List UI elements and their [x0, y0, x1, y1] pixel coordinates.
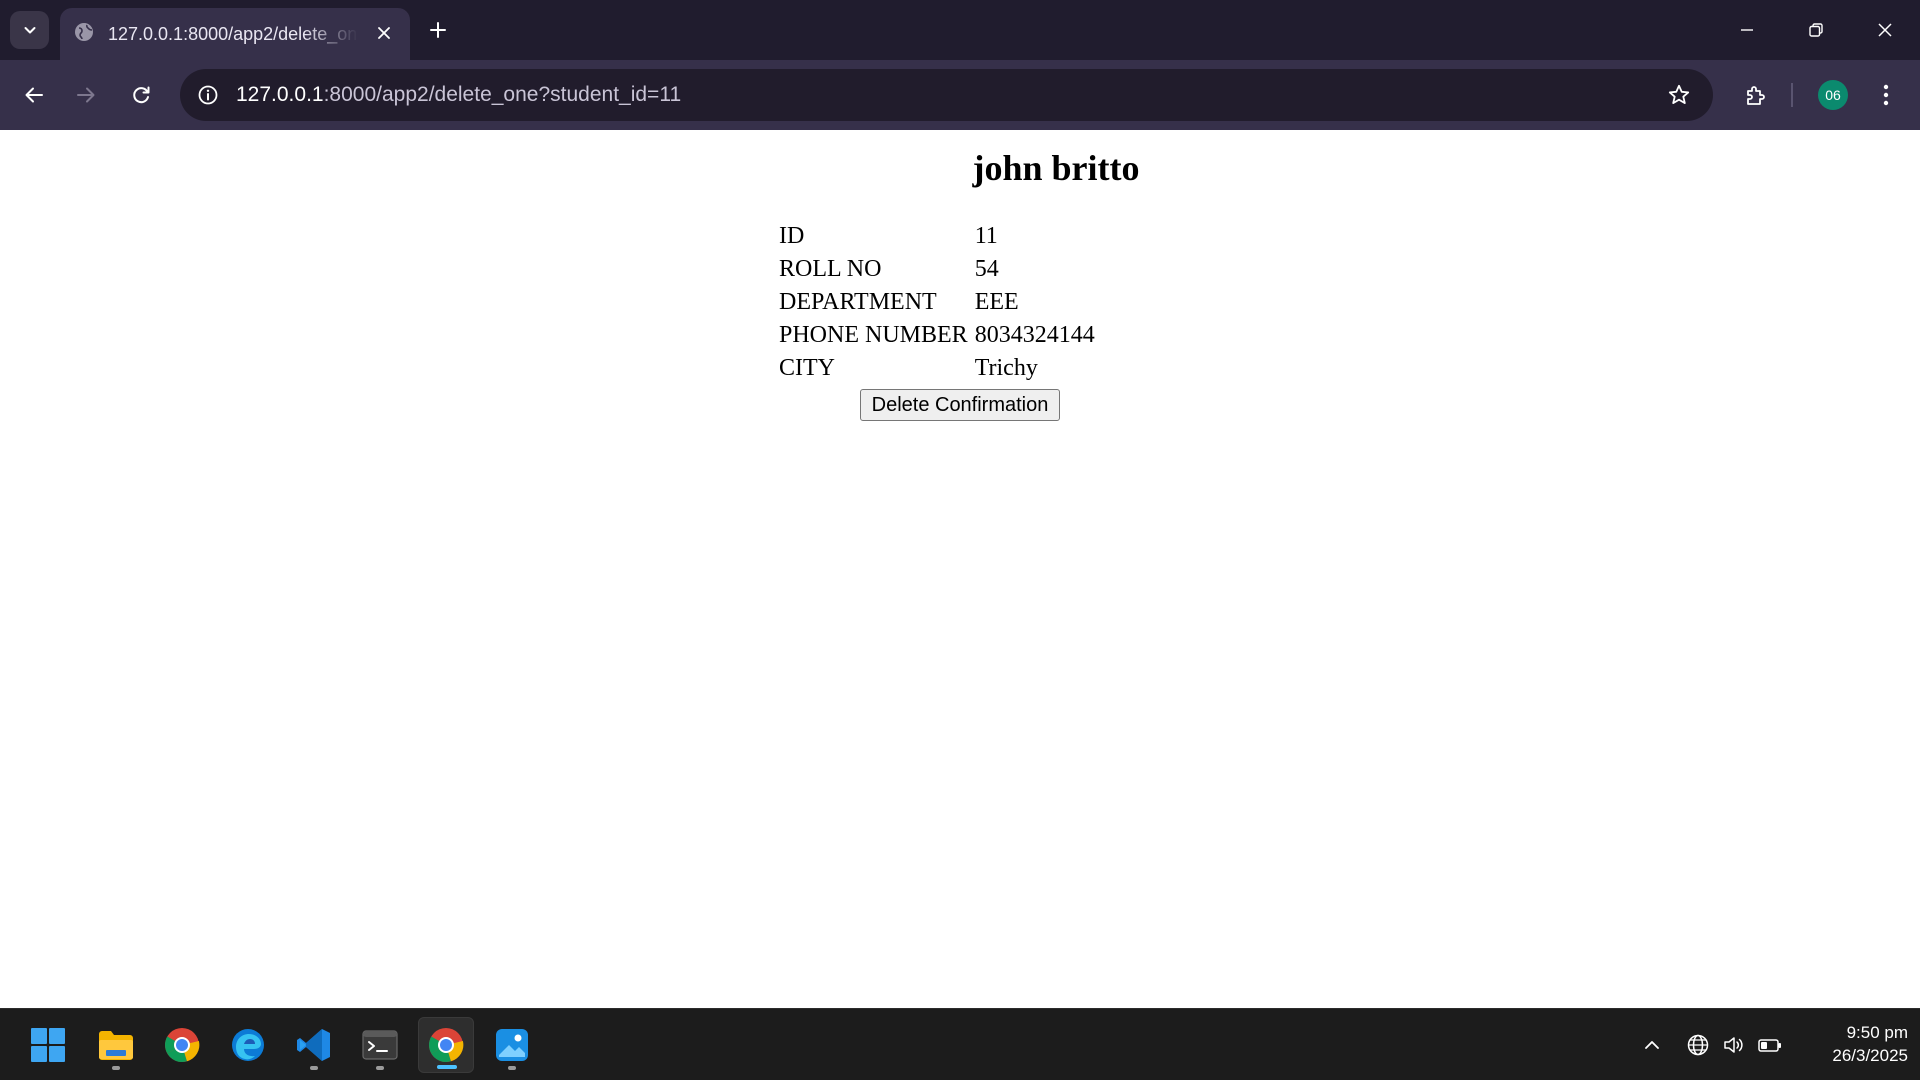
tab-close-button[interactable]: [372, 21, 396, 45]
star-icon: [1668, 84, 1690, 104]
restore-button[interactable]: [1793, 12, 1839, 48]
running-indicator: [376, 1066, 384, 1070]
restore-icon: [1809, 23, 1823, 37]
chrome-icon: [429, 1028, 464, 1063]
table-row: DEPARTMENT EEE: [776, 286, 1099, 319]
page-title: john britto: [972, 148, 1140, 188]
minimize-icon: [1741, 29, 1753, 31]
url-path: :8000/app2/delete_one?student_id=11: [323, 83, 682, 106]
info-icon: [198, 85, 218, 105]
table-row: PHONE NUMBER 8034324144: [776, 319, 1099, 352]
taskbar: 9:50 pm 26/3/2025: [0, 1008, 1920, 1080]
address-bar[interactable]: 127.0.0.1:8000/app2/delete_one?student_i…: [180, 69, 1713, 121]
system-clock[interactable]: 9:50 pm 26/3/2025: [1790, 1021, 1908, 1067]
field-label: PHONE NUMBER: [779, 322, 968, 348]
taskbar-file-explorer[interactable]: [88, 1017, 144, 1073]
taskbar-chrome-active[interactable]: [418, 1017, 474, 1073]
taskbar-chrome[interactable]: [154, 1017, 210, 1073]
taskbar-photos[interactable]: [484, 1017, 540, 1073]
running-indicator: [112, 1066, 120, 1070]
battery-button[interactable]: [1756, 1031, 1784, 1059]
bookmark-button[interactable]: [1665, 81, 1693, 109]
vscode-icon: [297, 1029, 330, 1061]
arrow-left-icon: [25, 87, 43, 103]
student-details-table: ID 11 ROLL NO 54 DEPARTMENT EEE PHONE NU…: [776, 220, 1099, 385]
back-button[interactable]: [14, 75, 54, 115]
chevron-down-icon: [24, 27, 35, 34]
table-row: CITY Trichy: [776, 352, 1099, 385]
table-row: ID 11: [776, 220, 1099, 253]
taskbar-vscode[interactable]: [286, 1017, 342, 1073]
arrow-right-icon: [77, 87, 95, 103]
running-indicator: [310, 1066, 318, 1070]
browser-toolbar: 127.0.0.1:8000/app2/delete_one?student_i…: [0, 60, 1920, 130]
minimize-button[interactable]: [1724, 12, 1770, 48]
field-label: ID: [779, 223, 805, 249]
globe-icon: [75, 23, 93, 41]
tab-search-button[interactable]: [10, 11, 49, 49]
extensions-button[interactable]: [1736, 75, 1776, 115]
field-label: ROLL NO: [779, 256, 882, 282]
forward-button[interactable]: [66, 75, 106, 115]
taskbar-terminal[interactable]: [352, 1017, 408, 1073]
field-value: 11: [974, 223, 998, 249]
reload-icon: [133, 86, 150, 104]
field-value: 8034324144: [974, 322, 1095, 348]
site-info-button[interactable]: [194, 81, 222, 109]
plus-icon: [430, 22, 446, 38]
field-value: Trichy: [974, 355, 1038, 381]
new-tab-button[interactable]: [424, 16, 452, 44]
toolbar-divider: [1791, 83, 1793, 107]
taskbar-edge[interactable]: [220, 1017, 276, 1073]
start-button[interactable]: [20, 1017, 76, 1073]
browser-menu-button[interactable]: [1866, 75, 1906, 115]
close-icon: [1878, 23, 1892, 37]
running-indicator: [508, 1066, 516, 1070]
more-vertical-icon: [1883, 84, 1889, 106]
url-host: 127.0.0.1: [236, 83, 324, 106]
edge-icon: [232, 1029, 264, 1061]
chevron-up-icon: [1645, 1041, 1659, 1049]
show-hidden-icons-button[interactable]: [1638, 1031, 1666, 1059]
chrome-icon: [165, 1028, 200, 1063]
terminal-icon: [362, 1030, 398, 1060]
url-text[interactable]: 127.0.0.1:8000/app2/delete_one?student_i…: [236, 82, 681, 108]
battery-icon: [1758, 1039, 1781, 1052]
field-value: 54: [974, 256, 999, 282]
field-label: CITY: [779, 355, 835, 381]
field-value: EEE: [974, 289, 1019, 315]
speaker-icon: [1724, 1037, 1743, 1053]
delete-confirmation-button[interactable]: Delete Confirmation: [860, 389, 1060, 421]
close-window-button[interactable]: [1862, 12, 1908, 48]
windows-start-icon: [31, 1028, 65, 1062]
close-icon: [378, 27, 390, 39]
profile-avatar[interactable]: 06: [1818, 80, 1848, 110]
photos-icon: [496, 1029, 528, 1061]
field-label: DEPARTMENT: [779, 289, 937, 315]
active-indicator: [437, 1065, 457, 1069]
tab-strip: 127.0.0.1:8000/app2/delete_one?student_i…: [0, 0, 1920, 60]
puzzle-icon: [1747, 86, 1765, 105]
reload-button[interactable]: [121, 75, 161, 115]
network-button[interactable]: [1684, 1031, 1712, 1059]
folder-icon: [99, 1031, 133, 1060]
volume-button[interactable]: [1720, 1031, 1748, 1059]
clock-date: 26/3/2025: [1832, 1046, 1908, 1065]
tab-title: 127.0.0.1:8000/app2/delete_one?student_i…: [108, 24, 358, 44]
browser-tab[interactable]: 127.0.0.1:8000/app2/delete_one?student_i…: [60, 8, 410, 60]
web-page: john britto ID 11 ROLL NO 54 DEPARTMENT …: [0, 130, 1920, 1008]
table-row: ROLL NO 54: [776, 253, 1099, 286]
globe-icon: [1687, 1034, 1709, 1056]
clock-time: 9:50 pm: [1846, 1023, 1908, 1042]
